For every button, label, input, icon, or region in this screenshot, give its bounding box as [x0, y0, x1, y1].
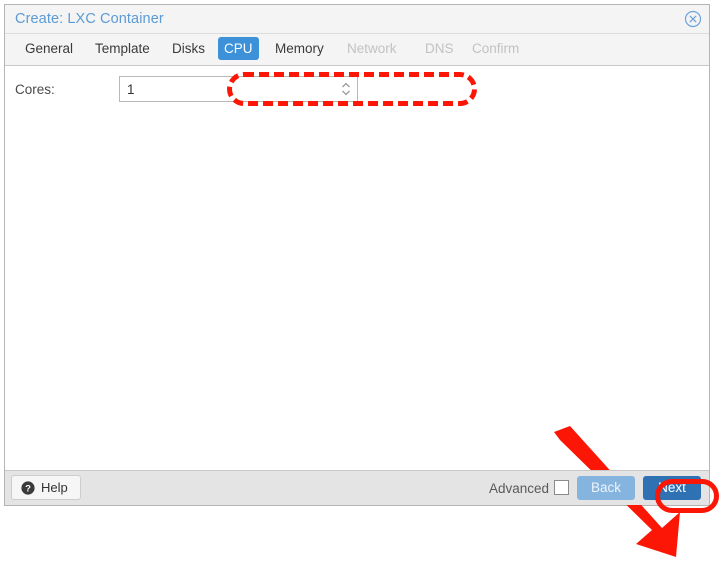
- tab-template[interactable]: Template: [89, 37, 156, 60]
- svg-text:?: ?: [25, 483, 31, 494]
- tab-cpu[interactable]: CPU: [218, 37, 259, 60]
- create-lxc-container-dialog: Create: LXC Container General Template D…: [4, 4, 719, 557]
- advanced-checkbox[interactable]: [554, 480, 569, 495]
- tab-memory[interactable]: Memory: [269, 37, 330, 60]
- dialog-footer: ? Help Advanced Back Next: [5, 470, 709, 505]
- close-icon[interactable]: [684, 10, 702, 28]
- question-mark-circle-icon: ?: [21, 480, 35, 495]
- help-button-label: Help: [41, 480, 68, 495]
- cpu-settings-panel: Cores:: [5, 66, 709, 557]
- next-button[interactable]: Next: [643, 476, 701, 500]
- dialog-title-bar: Create: LXC Container: [5, 5, 709, 34]
- tab-dns: DNS: [425, 41, 454, 56]
- cores-label: Cores:: [15, 82, 55, 97]
- advanced-label: Advanced: [488, 481, 549, 496]
- cores-form-row: Cores:: [5, 72, 709, 106]
- tab-general[interactable]: General: [19, 37, 79, 60]
- wizard-tab-strip: General Template Disks CPU Memory Networ…: [5, 34, 709, 66]
- back-button: Back: [577, 476, 635, 500]
- tab-confirm: Confirm: [472, 41, 520, 56]
- cores-field-wrapper: [119, 72, 477, 106]
- page-title: Create: LXC Container: [15, 11, 164, 27]
- tab-network: Network: [347, 41, 397, 56]
- cores-input[interactable]: [119, 76, 358, 102]
- tab-disks[interactable]: Disks: [166, 37, 211, 60]
- help-button[interactable]: ? Help: [11, 475, 81, 500]
- spinner-updown-icon[interactable]: [340, 80, 352, 98]
